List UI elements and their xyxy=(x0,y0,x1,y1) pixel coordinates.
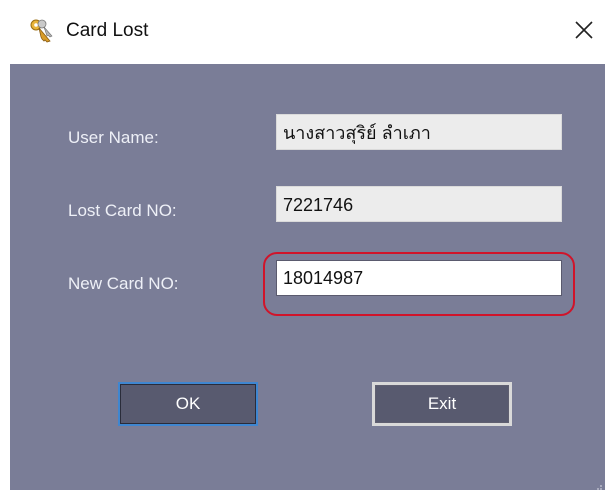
lost-card-label: Lost Card NO: xyxy=(68,201,177,220)
lost-card-field: 7221746 xyxy=(276,186,562,222)
close-button[interactable] xyxy=(566,14,602,50)
exit-button[interactable]: Exit xyxy=(372,382,512,426)
new-card-label: New Card NO: xyxy=(68,274,179,293)
user-name-label: User Name: xyxy=(68,128,159,147)
title-bar: Card Lost xyxy=(0,0,607,64)
resize-grip-icon[interactable] xyxy=(593,478,603,490)
window-title: Card Lost xyxy=(66,20,149,41)
new-card-input[interactable] xyxy=(276,260,562,296)
dialog-body: User Name: นางสาวสุริย์ ลำเภา Lost Card … xyxy=(10,64,605,490)
close-icon xyxy=(574,20,594,45)
ok-button[interactable]: OK xyxy=(118,382,258,426)
keys-icon xyxy=(28,18,54,44)
user-name-field: นางสาวสุริย์ ลำเภา xyxy=(276,114,562,150)
